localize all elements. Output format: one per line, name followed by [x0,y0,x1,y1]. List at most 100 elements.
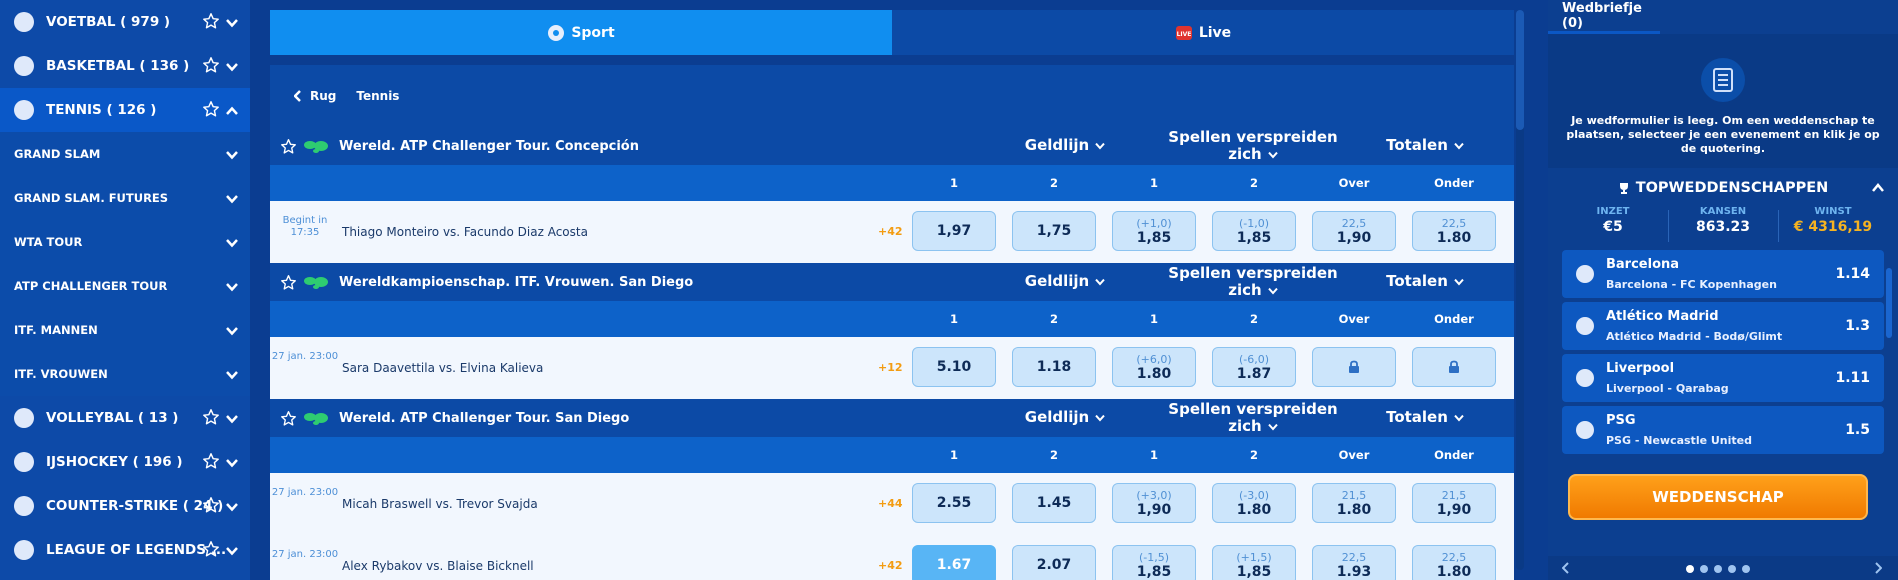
chevron-down-icon[interactable] [226,149,238,160]
odds-button[interactable]: 1.18 [1012,347,1096,387]
place-bet-button[interactable]: WEDDENSCHAP [1568,474,1868,520]
chevron-down-icon[interactable] [226,412,238,424]
odds-button[interactable]: 22,5 1,90 [1312,211,1396,251]
main-scrollbar[interactable] [1516,10,1524,570]
odds-button[interactable]: (-6,0) 1.87 [1212,347,1296,387]
sidebar-item-sport[interactable]: IJSHOCKEY ( 196 ) [0,440,250,484]
star-icon[interactable] [280,138,297,155]
odds-button[interactable] [1312,347,1396,387]
odds-button[interactable]: 21,5 1,90 [1412,483,1496,523]
chevron-down-icon[interactable] [226,60,238,72]
sidebar-item-sport[interactable]: TENNIS ( 126 ) [0,88,250,132]
carousel-dot[interactable] [1742,565,1750,573]
chevron-down-icon[interactable] [226,16,238,28]
odds-button[interactable]: 22,5 1.80 [1412,211,1496,251]
match-row[interactable]: Begint in 17:35 Thiago Monteiro vs. Facun… [270,201,1514,263]
betslip-title[interactable]: Wedbriefje (0) [1548,0,1660,34]
market-moneyline-dropdown[interactable]: Geldlijn [1010,273,1120,290]
top-bets-scrollbar[interactable] [1886,268,1892,338]
market-moneyline-dropdown[interactable]: Geldlijn [1010,137,1120,154]
odds-button[interactable]: 21,5 1.80 [1312,483,1396,523]
odds-button[interactable]: (-3,0) 1.80 [1212,483,1296,523]
star-icon[interactable] [202,100,220,118]
more-markets-count[interactable]: +42 [878,559,903,572]
odds-button[interactable]: 2.07 [1012,545,1096,580]
match-teams[interactable]: Micah Braswell vs. Trevor Svajda [342,497,538,511]
star-icon[interactable] [202,12,220,30]
odds-button[interactable]: 22,5 1.80 [1412,545,1496,580]
top-bet-item[interactable]: Liverpool Liverpool - Qarabag 1.11 [1562,354,1884,402]
scrollbar-thumb[interactable] [1516,10,1524,130]
chevron-down-icon[interactable] [226,500,238,512]
sidebar-subitem[interactable]: ITF. MANNEN [0,308,250,352]
chevron-down-icon[interactable] [226,544,238,556]
star-icon[interactable] [202,408,220,426]
chevron-down-icon[interactable] [226,369,238,380]
match-row[interactable]: 27 jan. 23:00 Sara Daavettila vs. Elvina … [270,337,1514,399]
odds-button[interactable]: 1,97 [912,211,996,251]
odds-button[interactable]: (-1,5) 1,85 [1112,545,1196,580]
carousel-dot[interactable] [1686,565,1694,573]
sidebar-item-sport[interactable]: LEAGUE OF LEGENDS ... [0,528,250,572]
chevron-up-icon[interactable] [226,104,238,115]
sidebar-subitem[interactable]: WTA TOUR [0,220,250,264]
market-spread-dropdown[interactable]: Spellen verspreiden zich [1158,265,1348,299]
odds-button[interactable]: (-1,0) 1,85 [1212,211,1296,251]
tab-live[interactable]: LIVE Live [892,10,1514,55]
top-bet-item[interactable]: Atlético Madrid Atlético Madrid - Bodø/Gl… [1562,302,1884,350]
odds-button[interactable]: (+3,0) 1,90 [1112,483,1196,523]
top-bet-item[interactable]: PSG PSG - Newcastle United 1.5 [1562,406,1884,454]
sidebar-subitem[interactable]: GRAND SLAM [0,132,250,176]
sidebar-item-sport[interactable]: VOETBAL ( 979 ) [0,0,250,44]
sidebar-subitem[interactable]: ATP CHALLENGER TOUR [0,264,250,308]
chevron-down-icon[interactable] [226,237,238,248]
match-teams[interactable]: Alex Rybakov vs. Blaise Bicknell [342,559,534,573]
match-teams[interactable]: Thiago Monteiro vs. Facundo Diaz Acosta [342,225,588,239]
odds-button[interactable]: 1.45 [1012,483,1096,523]
odds-button[interactable]: 1,75 [1012,211,1096,251]
sidebar-subitem[interactable]: GRAND SLAM. FUTURES [0,176,250,220]
market-totals-dropdown[interactable]: Totalen [1370,137,1480,154]
star-icon[interactable] [202,452,220,470]
chevron-down-icon[interactable] [226,325,238,336]
market-spread-dropdown[interactable]: Spellen verspreiden zich [1158,401,1348,435]
top-bet-item[interactable]: Barcelona Barcelona - FC Kopenhagen 1.14 [1562,250,1884,298]
star-icon[interactable] [202,56,220,74]
sidebar-item-sport[interactable]: BASKETBAL ( 136 ) [0,44,250,88]
star-icon[interactable] [202,540,220,558]
more-markets-count[interactable]: +44 [878,497,903,510]
chevron-right-icon[interactable] [1874,562,1882,574]
odds-button[interactable]: (+1,5) 1,85 [1212,545,1296,580]
odds-button[interactable]: 1.67 [912,545,996,580]
star-icon[interactable] [202,496,220,514]
odds-button[interactable]: 22,5 1.93 [1312,545,1396,580]
carousel-dot[interactable] [1700,565,1708,573]
chevron-down-icon[interactable] [226,281,238,292]
chevron-down-icon[interactable] [226,193,238,204]
sidebar-item-sport[interactable]: COUNTER-STRIKE ( 24 ) [0,484,250,528]
carousel-dot[interactable] [1714,565,1722,573]
market-totals-dropdown[interactable]: Totalen [1370,273,1480,290]
star-icon[interactable] [280,274,297,291]
match-row[interactable]: 27 jan. 23:00 Micah Braswell vs. Trevor S… [270,473,1514,535]
odds-button[interactable] [1412,347,1496,387]
tab-sport[interactable]: Sport [270,10,892,55]
match-row[interactable]: 27 jan. 23:00 Alex Rybakov vs. Blaise Bic… [270,535,1514,580]
sidebar-item-sport[interactable]: VOLLEYBAL ( 13 ) [0,396,250,440]
more-markets-count[interactable]: +42 [878,225,903,238]
carousel-dot[interactable] [1728,565,1736,573]
more-markets-count[interactable]: +12 [878,361,903,374]
star-icon[interactable] [280,410,297,427]
odds-button[interactable]: (+6,0) 1.80 [1112,347,1196,387]
match-teams[interactable]: Sara Daavettila vs. Elvina Kalieva [342,361,543,375]
sidebar-subitem[interactable]: ITF. VROUWEN [0,352,250,396]
market-moneyline-dropdown[interactable]: Geldlijn [1010,409,1120,426]
market-spread-dropdown[interactable]: Spellen verspreiden zich [1158,129,1348,163]
odds-button[interactable]: 2.55 [912,483,996,523]
top-bets-header[interactable]: TOPWEDDENSCHAPPEN [1548,170,1898,206]
back-button[interactable]: Rug [294,89,336,103]
market-totals-dropdown[interactable]: Totalen [1370,409,1480,426]
odds-button[interactable]: (+1,0) 1,85 [1112,211,1196,251]
chevron-down-icon[interactable] [226,456,238,468]
odds-button[interactable]: 5.10 [912,347,996,387]
